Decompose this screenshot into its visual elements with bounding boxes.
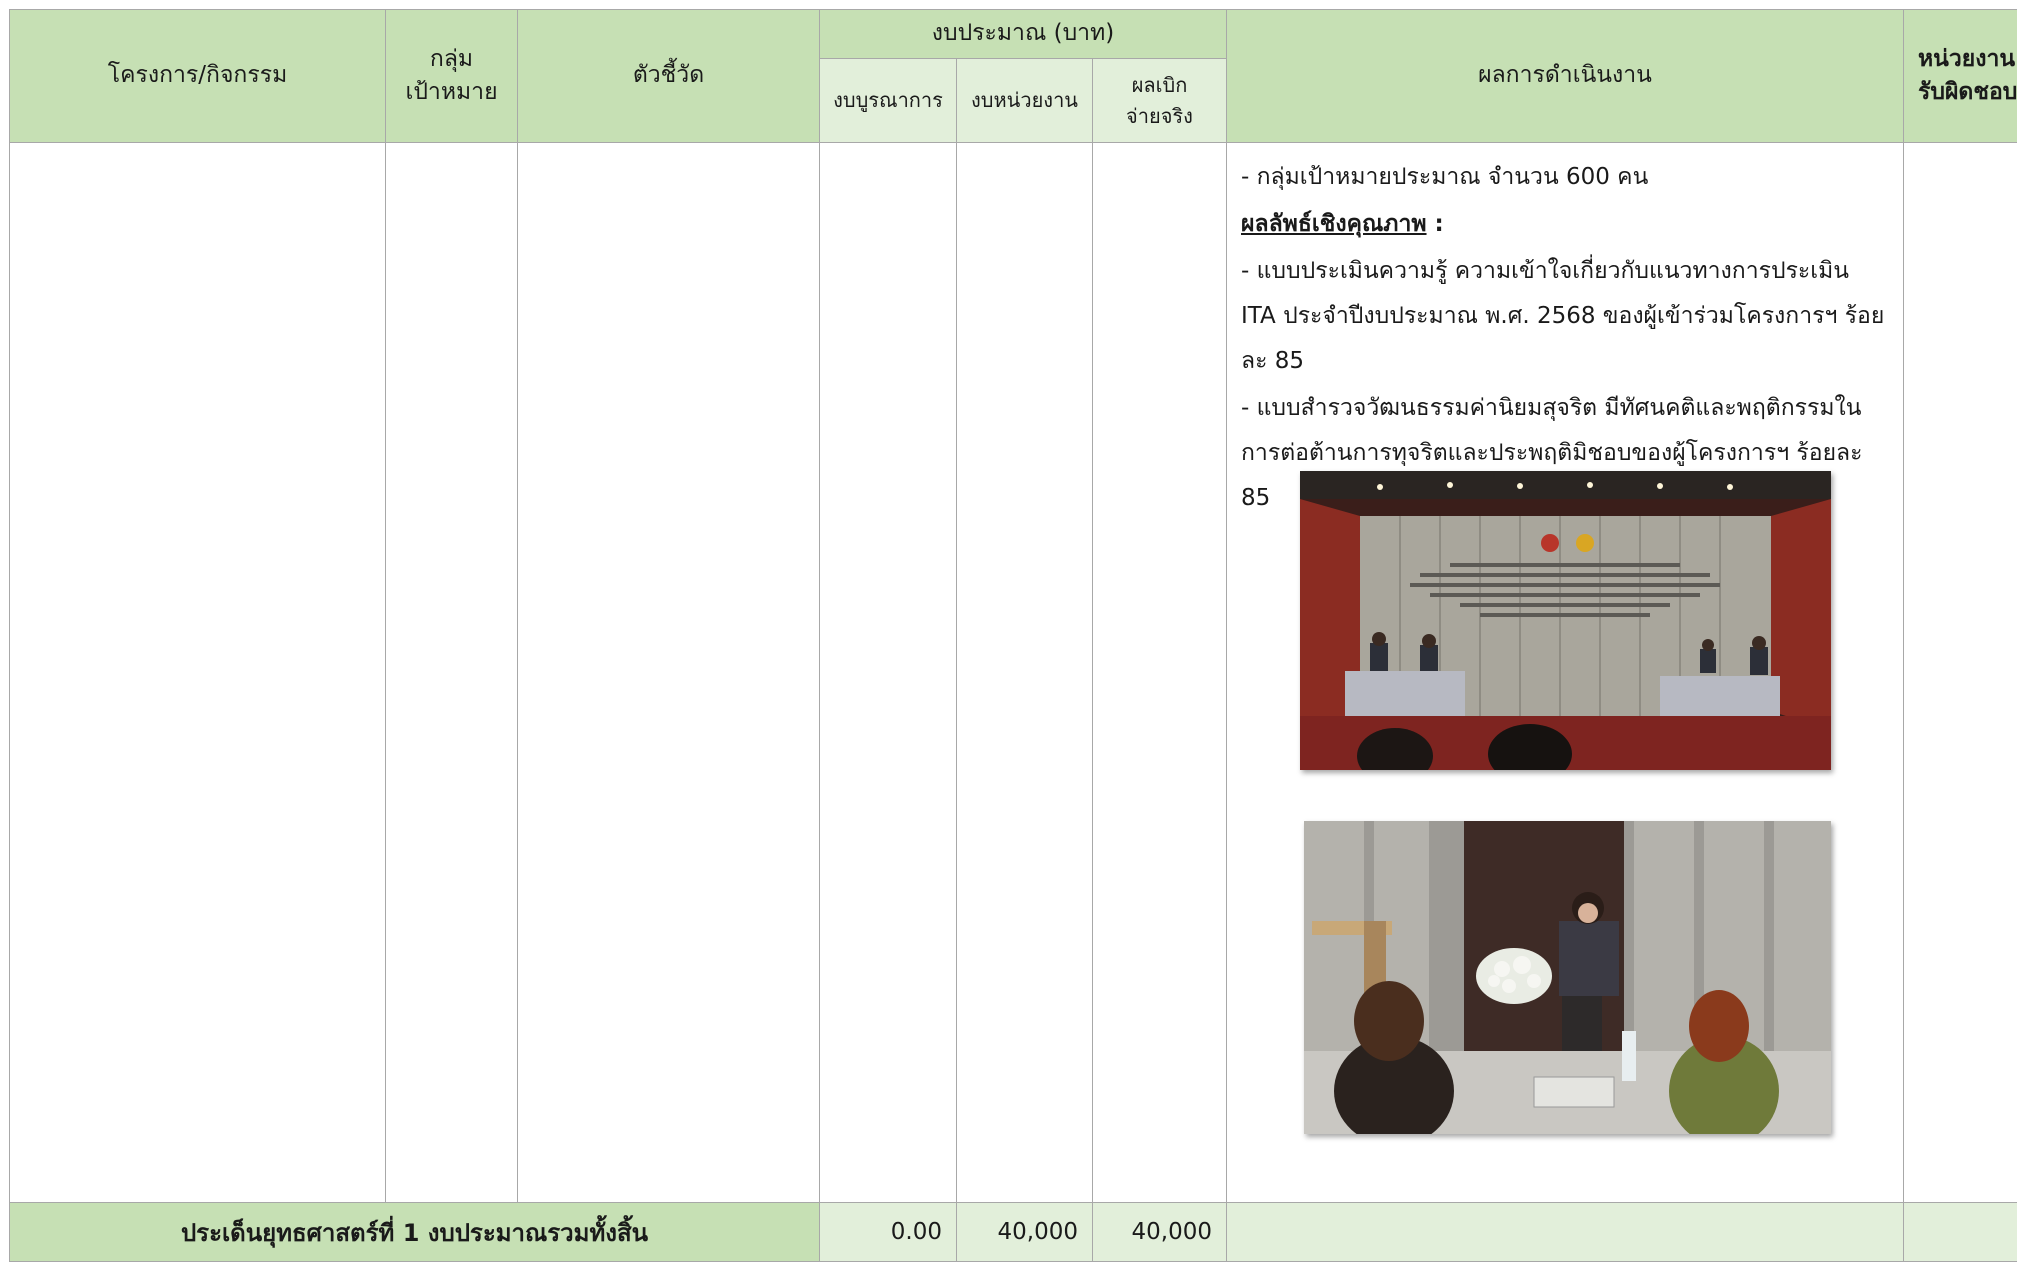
results-qualitative-colon: : bbox=[1426, 211, 1444, 237]
footer-disbursed-cell: 40,000 bbox=[1092, 1202, 1227, 1262]
header-results: ผลการดำเนินงาน bbox=[1226, 9, 1904, 143]
header-budget-integrated: งบบูรณาการ bbox=[819, 58, 957, 143]
results-qualitative-heading-text: ผลลัพธ์เชิงคุณภาพ bbox=[1241, 211, 1427, 237]
header-disbursed-line2: จ่ายจริง bbox=[1126, 103, 1193, 128]
header-target-group: กลุ่ม เป้าหมาย bbox=[385, 9, 518, 143]
header-responsible-line1: หน่วยงาน bbox=[1918, 45, 2016, 72]
header-budget-unit: งบหน่วยงาน bbox=[956, 58, 1093, 143]
footer-disbursed: 40,000 bbox=[1131, 1219, 1212, 1245]
header-disbursed: ผลเบิก จ่ายจริง bbox=[1092, 58, 1227, 143]
photo-conference-stage bbox=[1300, 471, 1831, 770]
header-target-group-line2: เป้าหมาย bbox=[405, 79, 498, 105]
cell-indicator bbox=[517, 142, 820, 1203]
header-budget-integrated-label: งบบูรณาการ bbox=[833, 88, 943, 112]
header-budget: งบประมาณ (บาท) bbox=[819, 9, 1227, 59]
cell-disbursed bbox=[1092, 142, 1227, 1203]
footer-label-cell: ประเด็นยุทธศาสตร์ที่ 1 งบประมาณรวมทั้งสิ… bbox=[9, 1202, 820, 1262]
results-qualitative-heading: ผลลัพธ์เชิงคุณภาพ : bbox=[1241, 202, 1889, 247]
header-results-label: ผลการดำเนินงาน bbox=[1478, 62, 1652, 89]
cell-budget-integrated bbox=[819, 142, 957, 1203]
header-indicator: ตัวชี้วัด bbox=[517, 9, 820, 143]
header-disbursed-line1: ผลเบิก bbox=[1131, 72, 1188, 97]
footer-results-cell bbox=[1226, 1202, 1904, 1262]
header-project: โครงการ/กิจกรรม bbox=[9, 9, 386, 143]
results-target-count: - กลุ่มเป้าหมายประมาณ จำนวน 600 คน bbox=[1241, 164, 1649, 190]
cell-project bbox=[9, 142, 386, 1203]
footer-unit-cell: 40,000 bbox=[956, 1202, 1093, 1262]
header-budget-label: งบประมาณ (บาท) bbox=[931, 20, 1115, 47]
results-item-1: - แบบประเมินความรู้ ความเข้าใจเกี่ยวกับแ… bbox=[1241, 258, 1885, 374]
cell-responsible bbox=[1903, 142, 2017, 1203]
header-indicator-label: ตัวชี้วัด bbox=[632, 62, 705, 89]
footer-unit: 40,000 bbox=[997, 1219, 1078, 1245]
footer-integrated-cell: 0.00 bbox=[819, 1202, 957, 1262]
header-target-group-line1: กลุ่ม bbox=[429, 45, 474, 72]
footer-responsible-cell bbox=[1903, 1202, 2017, 1262]
header-responsible: หน่วยงาน รับผิดชอบ bbox=[1903, 9, 2017, 143]
cell-budget-unit bbox=[956, 142, 1093, 1203]
footer-integrated: 0.00 bbox=[890, 1219, 942, 1245]
cell-target-group bbox=[385, 142, 518, 1203]
header-budget-unit-label: งบหน่วยงาน bbox=[971, 88, 1078, 112]
photo-speaker-podium bbox=[1304, 821, 1831, 1134]
header-project-label: โครงการ/กิจกรรม bbox=[107, 62, 288, 89]
header-responsible-line2: รับผิดชอบ bbox=[1918, 79, 2017, 105]
